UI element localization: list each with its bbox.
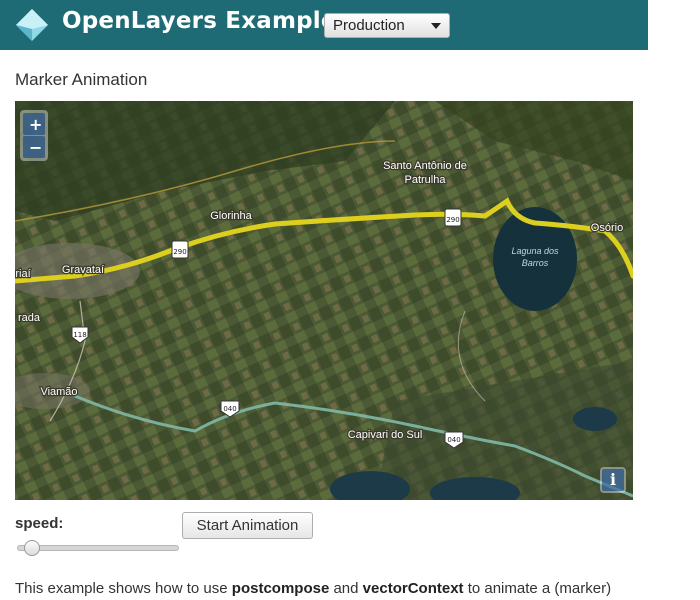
page-title: Marker Animation <box>15 70 148 89</box>
speed-slider[interactable] <box>17 540 179 556</box>
place-label: Gravataí <box>62 264 104 276</box>
place-label: Viamão <box>40 386 77 398</box>
brand-title[interactable]: OpenLayers Examples <box>62 8 351 34</box>
zoom-in-button[interactable]: + <box>23 113 45 135</box>
description-text: and <box>329 580 363 597</box>
place-label: riaí <box>15 268 30 280</box>
lake-label: Barros <box>522 258 549 268</box>
map-viewport[interactable]: 290 290 118 040 040 Santo Antônio de Pat… <box>15 101 633 500</box>
road-shield: 290 <box>444 208 462 227</box>
place-label: rada <box>18 312 41 324</box>
top-navbar: OpenLayers Examples Production <box>0 0 648 50</box>
description-text: to animate a (marker) <box>463 580 612 597</box>
example-description: This example shows how to use postcompos… <box>15 580 611 597</box>
zoom-out-button[interactable]: − <box>23 136 45 158</box>
svg-text:290: 290 <box>173 248 186 256</box>
version-selected-value: Production <box>333 17 405 34</box>
place-label: Santo Antônio de <box>383 160 467 172</box>
lake-label: Laguna dos <box>511 246 559 256</box>
svg-text:040: 040 <box>223 405 236 413</box>
svg-text:040: 040 <box>447 436 460 444</box>
svg-text:118: 118 <box>73 331 86 339</box>
place-label: Patrulha <box>405 174 447 186</box>
version-select[interactable]: Production <box>324 13 450 38</box>
satellite-imagery: 290 290 118 040 040 Santo Antônio de Pat… <box>15 101 633 500</box>
zoom-controls: + − <box>20 110 48 161</box>
description-text: This example shows how to use <box>15 580 232 597</box>
road-shield: 290 <box>171 240 189 259</box>
term-vectorcontext: vectorContext <box>362 580 464 597</box>
chevron-down-icon <box>431 23 441 29</box>
term-postcompose: postcompose <box>231 580 330 597</box>
speed-label: speed: <box>15 515 64 532</box>
place-label: Capivari do Sul <box>348 429 423 441</box>
info-icon: i <box>602 469 624 491</box>
slider-track <box>17 545 179 551</box>
place-label: Glorinha <box>210 210 252 222</box>
svg-text:290: 290 <box>446 216 459 224</box>
openlayers-logo[interactable] <box>14 7 50 43</box>
start-animation-button[interactable]: Start Animation <box>182 512 313 539</box>
slider-thumb[interactable] <box>24 540 41 556</box>
place-label: Osório <box>591 222 623 234</box>
attribution-button[interactable]: i <box>600 467 626 493</box>
